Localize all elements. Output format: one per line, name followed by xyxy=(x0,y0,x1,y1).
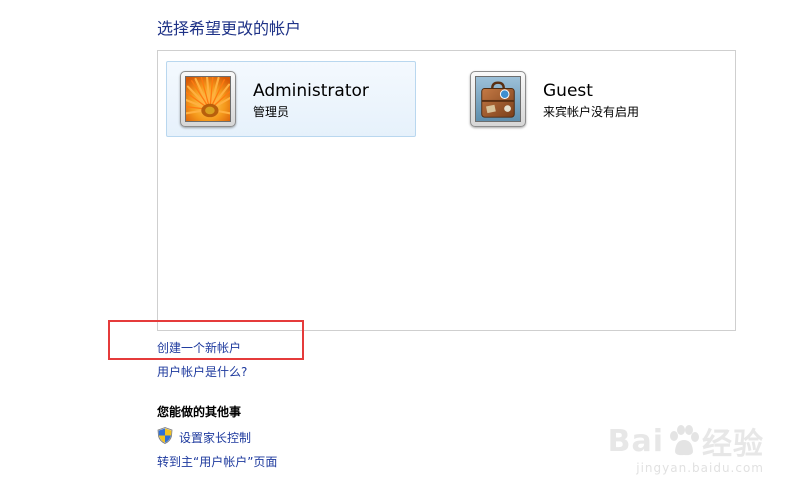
account-tile-guest[interactable]: Guest 来宾帐户没有启用 xyxy=(456,61,706,137)
shield-icon xyxy=(157,427,173,444)
account-name: Administrator xyxy=(253,81,369,101)
go-main-user-accounts-link[interactable]: 转到主“用户帐户”页面 xyxy=(157,453,277,470)
orange-flower-avatar-icon xyxy=(185,76,231,122)
account-tile-administrator[interactable]: Administrator 管理员 xyxy=(166,61,416,137)
accounts-panel: Administrator 管理员 Guest 来宾帐户没有启用 xyxy=(157,50,736,331)
baidu-jingyan-watermark: Bai 经验 jingyan.baidu.com xyxy=(607,419,764,476)
parental-controls-link[interactable]: 设置家长控制 xyxy=(179,429,251,446)
page-title: 选择希望更改的帐户 xyxy=(157,19,302,38)
other-tasks-heading: 您能做的其他事 xyxy=(157,405,242,419)
avatar xyxy=(470,71,526,127)
watermark-logo: Bai 经验 xyxy=(607,423,764,463)
what-is-account-link[interactable]: 用户帐户是什么? xyxy=(157,363,247,380)
paw-icon xyxy=(670,425,699,456)
watermark-url: jingyan.baidu.com xyxy=(636,461,764,475)
account-name: Guest xyxy=(543,81,593,101)
create-account-link[interactable]: 创建一个新帐户 xyxy=(157,339,241,356)
account-status: 来宾帐户没有启用 xyxy=(543,105,640,119)
account-type: 管理员 xyxy=(253,105,290,119)
avatar xyxy=(180,71,236,127)
suitcase-avatar-icon xyxy=(475,76,521,122)
